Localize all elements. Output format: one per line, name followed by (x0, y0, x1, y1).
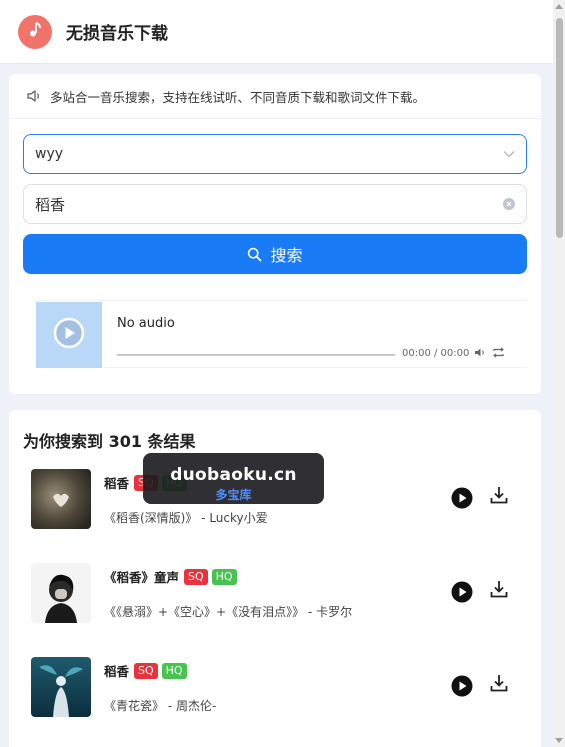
player-time: 00:00 / 00:00 (402, 348, 470, 359)
player-progress-bar[interactable] (117, 354, 395, 356)
download-icon[interactable] (489, 673, 509, 693)
app-title: 无损音乐下载 (66, 24, 168, 44)
album-cover (31, 657, 91, 717)
hq-badge: HQ (211, 568, 237, 585)
play-icon[interactable] (451, 581, 473, 603)
download-icon[interactable] (489, 579, 509, 599)
app-logo (18, 14, 52, 49)
search-button-label: 搜索 (270, 246, 303, 265)
result-item[interactable]: 稻香 SQ HQ 《青花瓷》 - 周杰伦- (9, 657, 541, 731)
album-cover (31, 469, 91, 529)
search-panel: 多站合一音乐搜索，支持在线试听、不同音质下载和歌词文件下载。 wyy 稻香 搜索 (9, 74, 541, 394)
results-heading: 为你搜索到 301 条结果 (23, 432, 196, 451)
watermark-subtext: 多宝库 (215, 488, 252, 502)
music-note-icon (27, 21, 43, 43)
result-item[interactable]: 《稻香》童声 SQ HQ 《《悬溺》+《空心》+《没有泪点》》 - 卡罗尔 (9, 563, 541, 637)
source-select-value: wyy (35, 146, 64, 162)
hq-badge: HQ (161, 662, 187, 679)
player-cover[interactable] (36, 302, 102, 368)
song-title: 《稻香》童声 (104, 570, 180, 585)
song-title: 稻香 (104, 476, 130, 491)
chevron-down-icon[interactable] (503, 150, 515, 158)
song-album-artist: 《稻香(深情版)》 - Lucky小爱 (104, 511, 268, 525)
play-icon[interactable] (451, 487, 473, 509)
source-select[interactable]: wyy (23, 134, 527, 174)
search-icon (247, 247, 262, 262)
scroll-thumb[interactable] (556, 18, 563, 238)
play-circle-icon[interactable] (53, 317, 85, 353)
notice-text: 多站合一音乐搜索，支持在线试听、不同音质下载和歌词文件下载。 (50, 89, 426, 105)
speaker-icon (26, 89, 41, 103)
song-title: 稻香 (104, 664, 130, 679)
audio-player: No audio 00:00 / 00:00 (35, 300, 527, 368)
page-scrollbar[interactable] (553, 0, 565, 747)
player-title: No audio (117, 316, 175, 331)
scroll-down-arrow-icon[interactable] (555, 738, 563, 743)
watermark-overlay: duobaoku.cn 多宝库 (143, 453, 324, 504)
notice-bar: 多站合一音乐搜索，支持在线试听、不同音质下载和歌词文件下载。 (9, 74, 541, 119)
sq-badge: SQ (134, 662, 158, 679)
song-album-artist: 《青花瓷》 - 周杰伦- (104, 699, 217, 713)
sq-badge: SQ (184, 568, 208, 585)
download-icon[interactable] (489, 485, 509, 505)
app-header: 无损音乐下载 (0, 0, 553, 64)
keyword-input-value: 稻香 (35, 195, 66, 214)
watermark-text: duobaoku.cn (170, 465, 297, 485)
volume-icon[interactable] (474, 347, 486, 358)
play-icon[interactable] (451, 675, 473, 697)
keyword-input[interactable]: 稻香 (23, 184, 527, 224)
clear-icon[interactable] (503, 198, 515, 210)
search-button[interactable]: 搜索 (23, 234, 527, 274)
scroll-up-arrow-icon[interactable] (555, 4, 563, 9)
loop-icon[interactable] (492, 347, 505, 358)
album-cover (31, 563, 91, 623)
song-album-artist: 《《悬溺》+《空心》+《没有泪点》》 - 卡罗尔 (104, 605, 353, 619)
